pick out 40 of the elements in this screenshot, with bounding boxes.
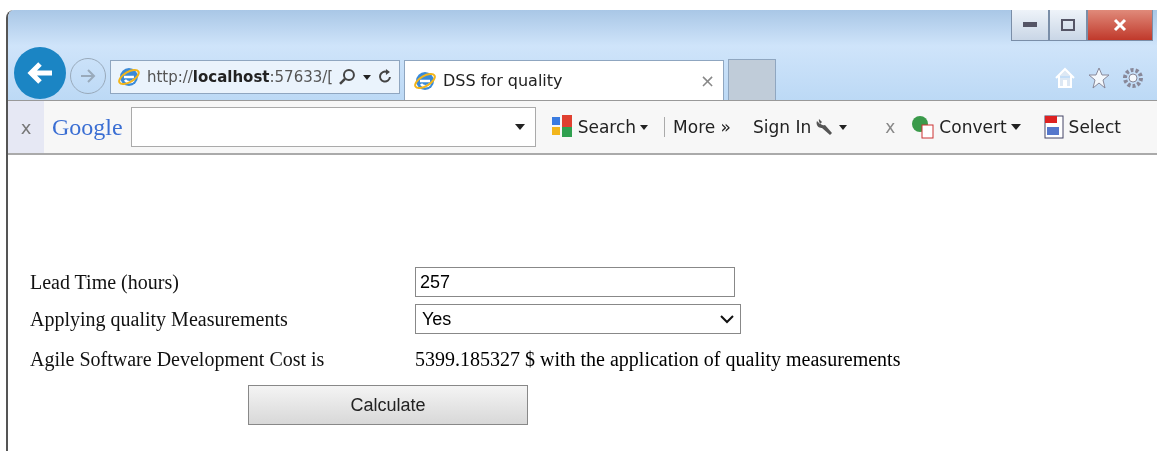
search-button[interactable]: Search — [577, 117, 637, 137]
field-label: Agile Software Development Cost is — [30, 347, 326, 371]
address-bar[interactable]: http://localhost:57633/[ — [110, 60, 400, 94]
input-field[interactable]: 257 — [415, 267, 735, 297]
close-window-button[interactable] — [1087, 10, 1153, 41]
browser-logo-icon — [117, 65, 141, 89]
caret-icon[interactable] — [839, 124, 848, 130]
caret-icon[interactable] — [363, 74, 372, 80]
maximize-icon[interactable] — [1061, 19, 1075, 31]
field-label: Applying quality Measurements — [30, 307, 289, 331]
google-logo-icon — [551, 115, 574, 139]
google-logo: Google — [52, 113, 123, 141]
close-toolbar-button[interactable]: x — [8, 101, 44, 153]
select-button[interactable]: Select — [1068, 117, 1122, 137]
star-icon[interactable] — [1087, 66, 1111, 90]
arrow-left-icon[interactable] — [26, 61, 54, 85]
pdf-select-icon — [1042, 115, 1065, 139]
caret-icon[interactable] — [1010, 124, 1021, 130]
caret-icon[interactable] — [640, 124, 649, 130]
back-button[interactable] — [14, 47, 66, 99]
minimize-button[interactable] — [1011, 10, 1049, 41]
refresh-icon[interactable] — [377, 68, 393, 86]
convert-button[interactable]: Convert — [939, 117, 1007, 137]
close-icon[interactable] — [1113, 18, 1127, 32]
sign-in-button[interactable]: Sign In — [753, 117, 812, 137]
close-tab-button[interactable]: × — [699, 70, 715, 91]
caret-icon[interactable] — [514, 124, 525, 130]
dropdown[interactable]: Yes — [415, 304, 741, 334]
result-text: 5399.185327 $ with the application of quality measurements — [415, 347, 902, 371]
chevron-down-icon[interactable] — [720, 314, 734, 324]
globe-pdf-icon — [911, 115, 936, 139]
calculate-button[interactable]: Calculate — [248, 385, 528, 425]
field-label: Lead Time (hours) — [30, 270, 180, 294]
settings-icon[interactable] — [1121, 66, 1145, 90]
browser-tab[interactable]: DSS for quality × — [404, 60, 724, 100]
more-button[interactable]: More » — [664, 117, 731, 137]
minimize-icon[interactable] — [1023, 22, 1037, 28]
maximize-button[interactable] — [1049, 10, 1087, 41]
search-field[interactable] — [130, 107, 536, 147]
search-icon[interactable] — [339, 68, 358, 86]
